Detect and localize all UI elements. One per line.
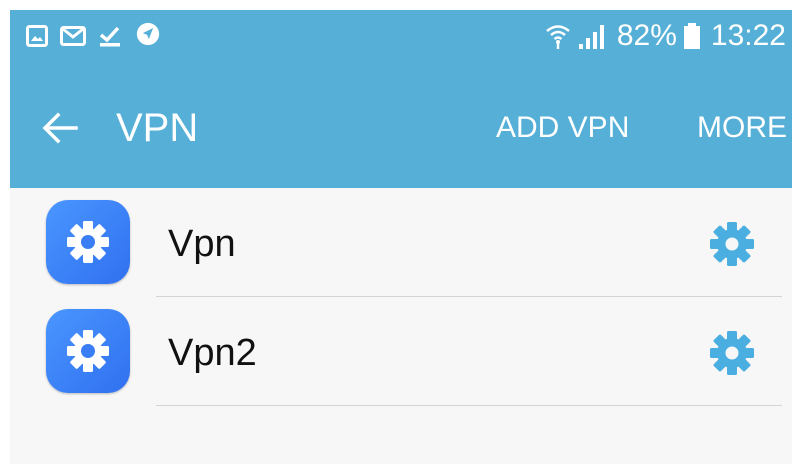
vpn-settings-gear-icon[interactable] [708,220,756,268]
back-arrow-icon[interactable] [40,108,80,148]
toolbar: VPN ADD VPN MORE [10,78,792,174]
more-button[interactable]: MORE [697,110,787,146]
status-indicators: 82% 13:22 [545,18,786,54]
settings-gear-icon [67,221,109,263]
battery-percent: 82% [616,19,677,52]
vpn-name: Vpn2 [168,332,257,374]
clock: 13:22 [710,19,786,52]
image-notification-icon [26,25,48,47]
battery-icon [683,23,700,49]
divider [156,405,782,406]
email-icon [60,26,86,46]
vpn-name: Vpn [168,223,236,265]
vpn-settings-screen: 82% 13:22 VPN ADD VPN MORE Vpn Vpn2 [10,10,792,464]
wifi-icon [546,25,570,49]
signal-icon [578,25,604,49]
add-vpn-button[interactable]: ADD VPN [496,110,629,146]
page-title: VPN [116,106,199,150]
vpn-list-item[interactable]: Vpn [10,188,792,296]
vpn-list-item[interactable]: Vpn2 [10,297,792,405]
status-bar: 82% 13:22 [10,10,792,66]
app-bar: 82% 13:22 VPN ADD VPN MORE [10,10,792,188]
download-done-icon [99,26,120,47]
vpn-app-icon [46,309,130,393]
navigation-icon [136,22,160,46]
vpn-app-icon [46,200,130,284]
vpn-settings-gear-icon[interactable] [708,329,756,377]
settings-gear-icon [67,330,109,372]
